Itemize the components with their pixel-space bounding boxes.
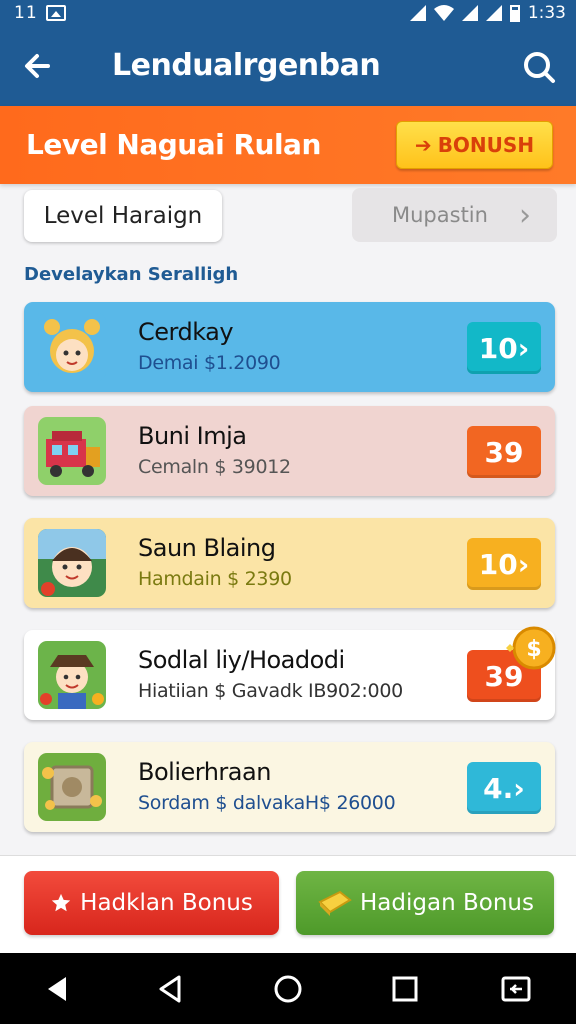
chevron-right-icon: ›	[513, 771, 525, 805]
status-bar: 11 1:33	[0, 0, 576, 28]
page-title: Lendualrgenban	[112, 48, 381, 83]
signal-icon	[409, 5, 426, 21]
bonus-button[interactable]: ➔ BONUSH	[396, 121, 553, 169]
item-value-button[interactable]: 39	[467, 426, 541, 478]
item-name: Saun Blaing	[138, 534, 276, 562]
boy-avatar-icon	[38, 529, 106, 597]
app-bar: Lendualrgenban	[0, 28, 576, 106]
item-subtitle: Hiatiian $ Gavadk IB902:000	[138, 680, 403, 702]
coin-badge-icon: $	[506, 626, 556, 670]
status-left-text: 11	[14, 3, 38, 23]
chevron-right-icon: ›	[519, 197, 531, 233]
chevron-right-icon: ›	[517, 331, 530, 365]
treasure-chest-icon	[38, 753, 106, 821]
hadklan-bonus-label: Hadklan Bonus	[80, 890, 253, 916]
banner-title: Level Naguai Rulan	[26, 128, 321, 161]
item-value: 4.	[483, 771, 514, 805]
girl-avatar-icon	[38, 313, 106, 381]
arrow-left-icon[interactable]	[18, 46, 58, 86]
item-subtitle: Demai $1.2090	[138, 352, 281, 374]
list-item[interactable]: Cerdkay Demai $1.2090 10 ›	[24, 302, 555, 392]
signal-icon-3	[485, 5, 502, 21]
back-outline-icon[interactable]	[155, 973, 187, 1005]
item-name: Cerdkay	[138, 318, 234, 346]
secondary-filter-tab[interactable]: Mupastin ›	[352, 188, 557, 242]
item-subtitle: Hamdain $ 2390	[138, 568, 292, 590]
level-banner: Level Naguai Rulan ➔ BONUSH	[0, 106, 576, 184]
arrow-right-icon: ➔	[414, 133, 432, 157]
battery-icon	[509, 4, 520, 22]
item-name: Bolierhraan	[138, 758, 271, 786]
item-value-button[interactable]: 4. ›	[467, 762, 541, 814]
back-triangle-icon[interactable]	[42, 973, 74, 1005]
wifi-icon	[433, 5, 454, 21]
item-value-button[interactable]: 10 ›	[467, 538, 541, 590]
item-name: Buni Imja	[138, 422, 247, 450]
list-item[interactable]: Buni Imja Cemaln $ 39012 39	[24, 406, 555, 496]
level-filter-tab[interactable]: Level Haraign	[24, 190, 222, 242]
star-icon	[51, 893, 71, 912]
status-time: 1:33	[527, 3, 566, 23]
list-item[interactable]: Saun Blaing Hamdain $ 2390 10 ›	[24, 518, 555, 608]
item-value-button[interactable]: 10 ›	[467, 322, 541, 374]
item-value: 10	[478, 547, 518, 581]
chevron-right-icon: ›	[517, 547, 530, 581]
list-item[interactable]: Sodlal liy/Hoadodi Hiatiian $ Gavadk IB9…	[24, 626, 556, 720]
gold-bar-icon	[318, 890, 352, 916]
recents-square-icon[interactable]	[389, 973, 421, 1005]
item-subtitle: Sordam $ dalvakaH$ 26000	[138, 792, 396, 814]
search-icon[interactable]	[520, 48, 560, 88]
hadigan-bonus-label: Hadigan Bonus	[360, 890, 534, 916]
item-subtitle: Cemaln $ 39012	[138, 456, 291, 478]
signal-icon-2	[461, 5, 478, 21]
hadklan-bonus-button[interactable]: Hadklan Bonus	[24, 871, 279, 935]
bonus-button-label: BONUSH	[437, 133, 535, 157]
item-name: Sodlal liy/Hoadodi	[138, 646, 345, 674]
svg-text:$: $	[526, 637, 541, 662]
hadigan-bonus-button[interactable]: Hadigan Bonus	[296, 871, 554, 935]
image-notification-icon	[46, 5, 66, 21]
system-nav-bar	[0, 953, 576, 1024]
item-value: 10	[478, 331, 518, 365]
secondary-filter-label: Mupastin	[392, 203, 488, 227]
screen-cast-icon[interactable]	[500, 973, 532, 1005]
toy-truck-icon	[38, 417, 106, 485]
list-item[interactable]: Bolierhraan Sordam $ dalvakaH$ 26000 4. ›	[24, 742, 555, 832]
home-circle-icon[interactable]	[272, 973, 304, 1005]
farmer-avatar-icon	[38, 641, 106, 709]
item-value: 39	[484, 435, 524, 469]
section-title: Develaykan Seralligh	[24, 264, 239, 285]
